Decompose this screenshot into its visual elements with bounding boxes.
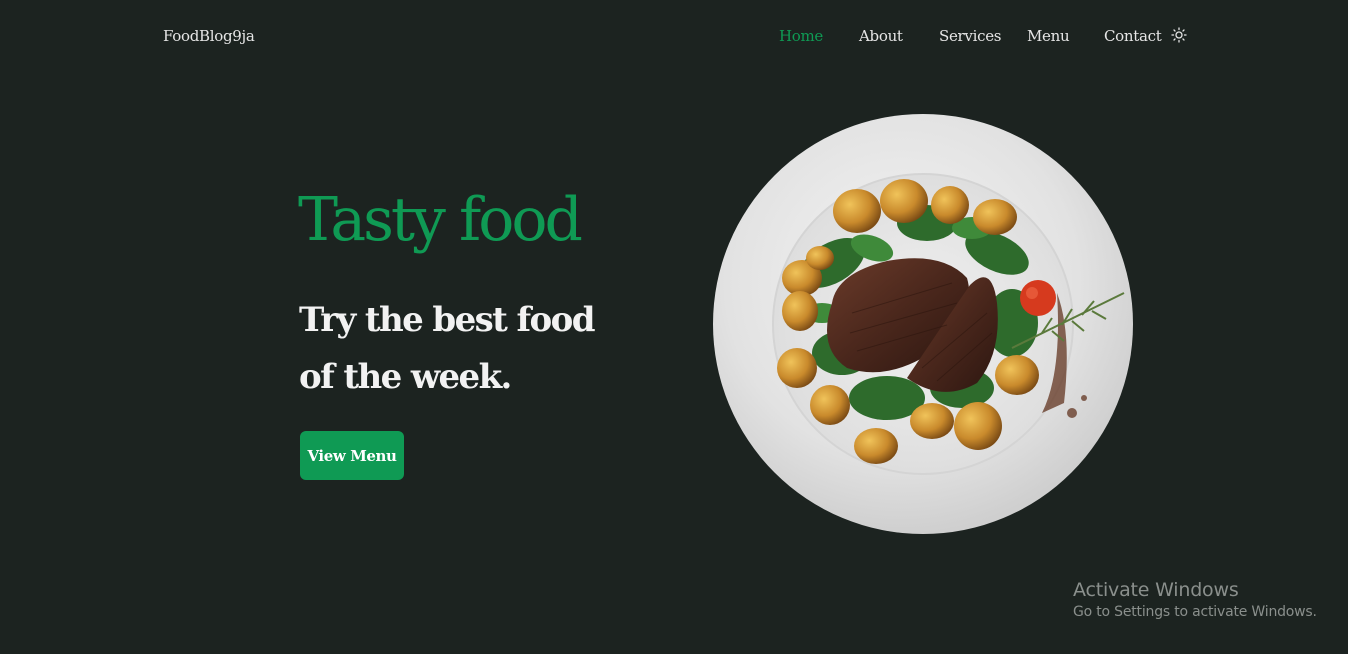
steak-plate-image bbox=[712, 113, 1134, 535]
navbar: FoodBlog9ja Home About Services Menu Con… bbox=[0, 0, 1348, 72]
windows-activation-watermark: Activate Windows Go to Settings to activ… bbox=[1073, 579, 1317, 623]
hero-subtitle-line-2: of the week. bbox=[299, 357, 512, 397]
watermark-title: Activate Windows bbox=[1073, 579, 1239, 601]
nav-link-about[interactable]: About bbox=[859, 27, 903, 45]
watermark-subtitle: Go to Settings to activate Windows. bbox=[1073, 604, 1317, 620]
nav-link-menu[interactable]: Menu bbox=[1027, 27, 1070, 45]
hero-subtitle: Try the best food of the week. bbox=[299, 292, 619, 406]
sun-icon[interactable] bbox=[1171, 27, 1187, 43]
nav-link-services[interactable]: Services bbox=[939, 27, 1001, 45]
view-menu-button[interactable]: View Menu bbox=[300, 431, 404, 480]
nav-link-home[interactable]: Home bbox=[779, 27, 823, 45]
nav-link-contact[interactable]: Contact bbox=[1104, 27, 1162, 45]
hero-subtitle-line-1: Try the best food bbox=[299, 300, 595, 340]
site-logo[interactable]: FoodBlog9ja bbox=[163, 27, 255, 45]
hero-title: Tasty food bbox=[298, 185, 583, 255]
